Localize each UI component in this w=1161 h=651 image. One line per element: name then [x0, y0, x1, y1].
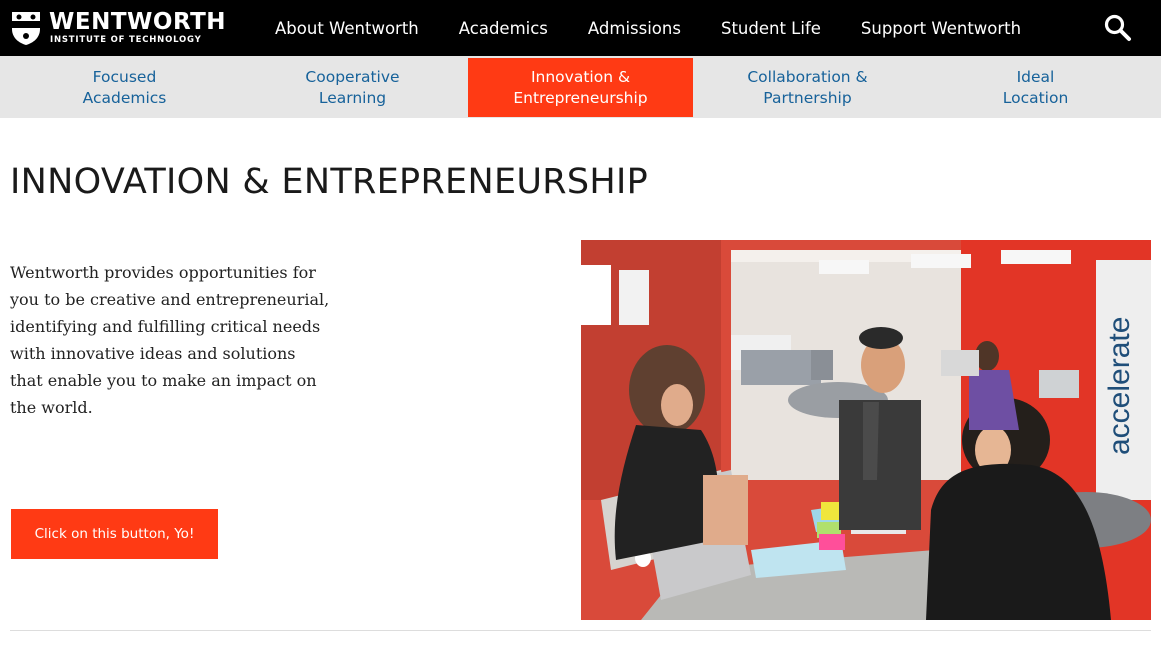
tab-focused-academics[interactable]: Focused Academics	[12, 58, 237, 117]
search-icon	[1104, 14, 1131, 41]
main-nav: About Wentworth Academics Admissions Stu…	[255, 0, 1041, 56]
tab-collaboration-partnership[interactable]: Collaboration & Partnership	[695, 58, 920, 117]
wentworth-logo[interactable]: WENTWORTH INSTITUTE OF TECHNOLOGY	[10, 9, 226, 46]
search-button[interactable]	[1102, 12, 1134, 44]
cta-button[interactable]: Click on this button, Yo!	[11, 509, 218, 559]
logo-tagline: INSTITUTE OF TECHNOLOGY	[50, 35, 202, 45]
section-divider	[10, 630, 1151, 631]
tab-cooperative-learning[interactable]: Cooperative Learning	[240, 58, 465, 117]
tab-ideal-location[interactable]: Ideal Location	[923, 58, 1148, 117]
page-title: INNOVATION & ENTREPRENEURSHIP	[10, 162, 649, 202]
tab-innovation-entrepreneurship[interactable]: Innovation & Entrepreneurship	[468, 58, 693, 117]
nav-about-wentworth[interactable]: About Wentworth	[275, 19, 419, 38]
logo-wordmark: WENTWORTH	[49, 9, 227, 35]
students-collaborating-photo: accelerate	[581, 240, 1151, 620]
top-navigation-bar: WENTWORTH INSTITUTE OF TECHNOLOGY About …	[0, 0, 1161, 56]
nav-admissions[interactable]: Admissions	[588, 19, 681, 38]
accelerate-sign: accelerate	[1103, 317, 1136, 455]
nav-academics[interactable]: Academics	[459, 19, 548, 38]
section-subnav: Focused Academics Cooperative Learning I…	[0, 56, 1161, 118]
nav-support-wentworth[interactable]: Support Wentworth	[861, 19, 1021, 38]
nav-student-life[interactable]: Student Life	[721, 19, 821, 38]
shield-icon	[12, 12, 40, 45]
intro-paragraph: Wentworth provides opportunities for you…	[10, 263, 330, 417]
